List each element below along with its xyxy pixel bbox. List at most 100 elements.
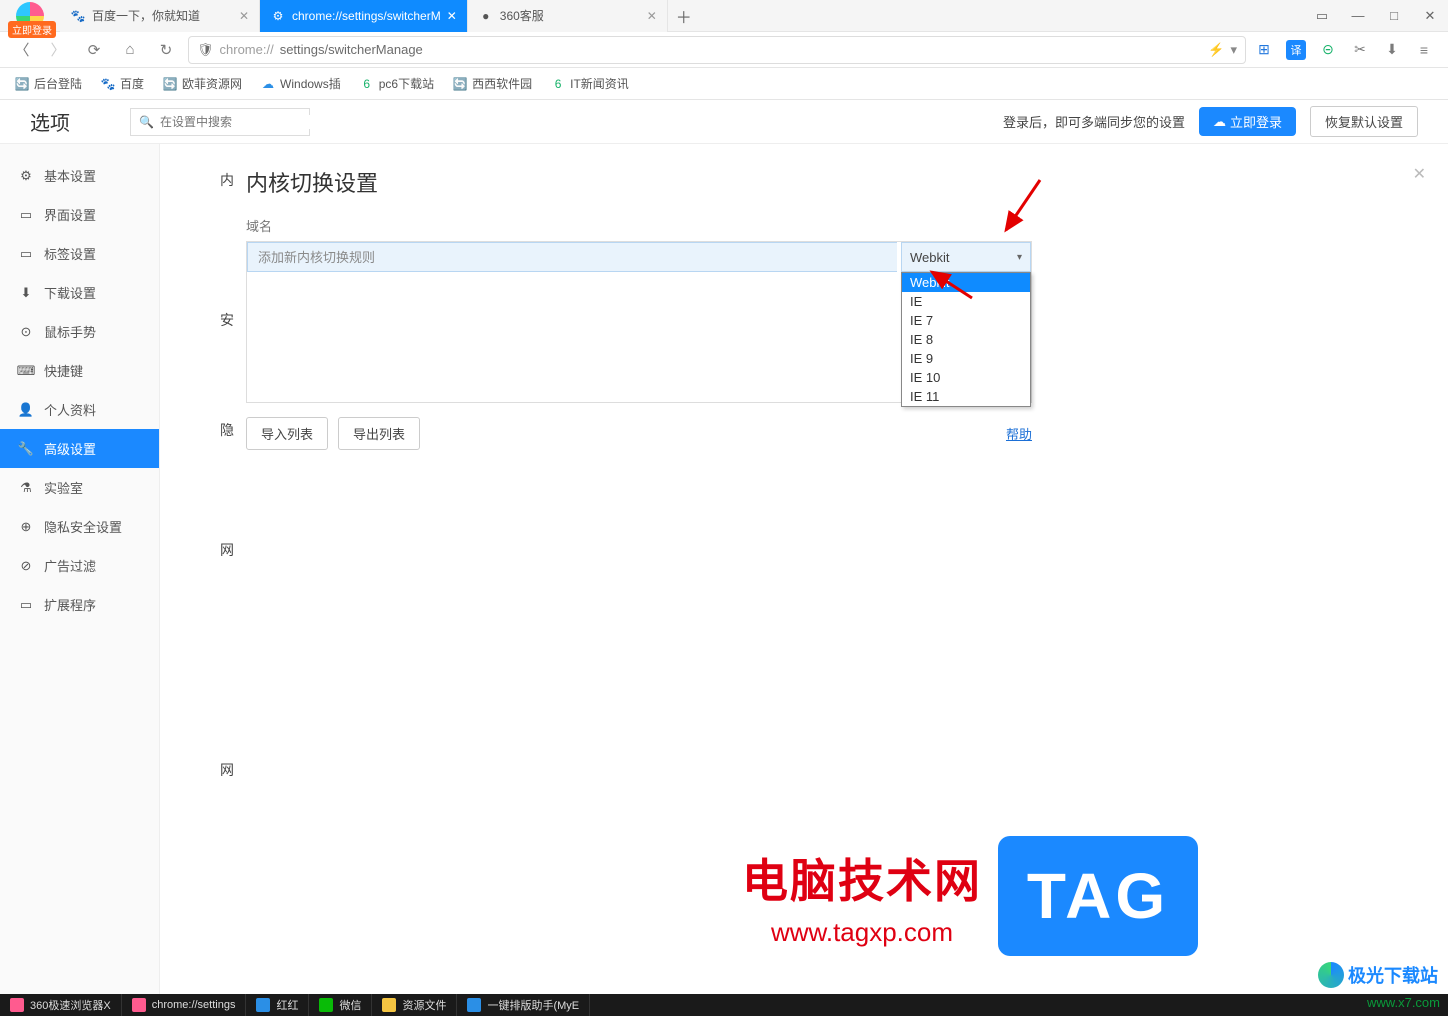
download-icon[interactable]: ⬇ [1382, 40, 1402, 60]
url-field[interactable]: 🛡 chrome://settings/switcherManage ⚡ ▾ [188, 36, 1246, 64]
home-button[interactable]: ⌂ [116, 36, 144, 64]
taskbar-label: 红红 [276, 997, 298, 1013]
tab-2[interactable]: ●360客服✕ [468, 0, 668, 32]
dialog-title: 内核切换设置 [246, 150, 1442, 216]
url-input[interactable] [429, 42, 1203, 57]
bookmark-0[interactable]: 🔄后台登陆 [14, 75, 82, 92]
bookmark-6[interactable]: 6IT新闻资讯 [550, 75, 629, 92]
domain-label: 域名 [246, 216, 1442, 235]
screenshot-icon[interactable]: ✂ [1350, 40, 1370, 60]
sidebar-item-0[interactable]: ⚙基本设置 [0, 156, 159, 195]
sidebar-item-5[interactable]: ⌨ 快捷键 [0, 351, 159, 390]
section-label-4: 网 [220, 760, 1448, 780]
restore-button[interactable]: ↻ [152, 36, 180, 64]
apps-icon[interactable]: ⊞ [1254, 40, 1274, 60]
win-minimize-icon[interactable]: — [1340, 0, 1376, 32]
win-pin-icon[interactable]: ▭ [1304, 0, 1340, 32]
engine-option-5[interactable]: IE 10 [902, 368, 1030, 387]
back-button[interactable]: 〈 [8, 36, 36, 64]
tab-title: 百度一下，你就知道 [92, 7, 233, 24]
sidebar-label: 广告过滤 [44, 556, 96, 575]
tab-close-icon[interactable]: ✕ [447, 9, 457, 23]
watermark: 电脑技术网 www.tagxp.com TAG [742, 836, 1198, 956]
domain-input[interactable] [247, 242, 897, 272]
engine-option-6[interactable]: IE 11 [902, 387, 1030, 406]
sidebar-label: 基本设置 [44, 166, 96, 185]
menu-icon[interactable]: ≡ [1414, 40, 1434, 60]
bookmarks-bar: 🔄后台登陆 🐾百度 🔄欧菲资源网 ☁Windows插 6pc6下载站 🔄西西软件园 6IT新… [0, 68, 1448, 100]
jiguang-watermark: 极光下载站 [1318, 962, 1438, 988]
tab-icon: 🐾 [70, 8, 86, 24]
win-close-icon[interactable]: ✕ [1412, 0, 1448, 32]
bookmark-4[interactable]: 6pc6下载站 [359, 75, 434, 92]
annotation-arrow-2 [928, 268, 978, 308]
sync-text: 登录后，即可多端同步您的设置 [1003, 112, 1185, 131]
taskbar-item-1[interactable]: chrome://settings [122, 994, 247, 1016]
engine-dropdown-icon[interactable]: ▾ [1230, 42, 1237, 58]
import-button[interactable]: 导入列表 [246, 417, 328, 450]
reload-button[interactable]: ⟳ [80, 36, 108, 64]
sidebar-icon: ⊙ [18, 324, 34, 340]
engine-option-2[interactable]: IE 7 [902, 311, 1030, 330]
taskbar-item-0[interactable]: 360极速浏览器X [0, 994, 122, 1016]
help-link[interactable]: 帮助 [1006, 424, 1032, 443]
taskbar-item-5[interactable]: 一键排版助手(MyE [457, 994, 590, 1016]
taskbar-label: 一键排版助手(MyE [487, 997, 579, 1013]
sidebar-icon: ▭ [18, 207, 34, 223]
settings-search-input[interactable] [160, 115, 315, 129]
sidebar-item-2[interactable]: ▭标签设置 [0, 234, 159, 273]
sidebar-item-4[interactable]: ⊙鼠标手势 [0, 312, 159, 351]
flash-icon[interactable]: ⚡ [1208, 42, 1224, 58]
sidebar-icon: ⬇ [18, 285, 34, 301]
sidebar-item-9[interactable]: ⊕隐私安全设置 [0, 507, 159, 546]
login-button[interactable]: ☁立即登录 [1199, 107, 1296, 136]
shield-icon: 🛡 [197, 42, 214, 58]
tab-close-icon[interactable]: ✕ [239, 9, 249, 23]
bookmark-label: 西西软件园 [472, 75, 532, 92]
bookmark-5[interactable]: 🔄西西软件园 [452, 75, 532, 92]
forward-button[interactable]: 〉 [44, 36, 72, 64]
translate-icon[interactable]: 译 [1286, 40, 1306, 60]
bookmark-2[interactable]: 🔄欧菲资源网 [162, 75, 242, 92]
sidebar-label: 快捷键 [44, 361, 83, 380]
win-maximize-icon[interactable]: □ [1376, 0, 1412, 32]
tab-title: chrome://settings/switcherM [292, 9, 441, 23]
tab-icon: ⚙ [270, 8, 286, 24]
taskbar: 360极速浏览器X chrome://settings 红红微信资源文件 一键排版助手… [0, 994, 1448, 1016]
sidebar-item-6[interactable]: 👤个人资料 [0, 390, 159, 429]
x7-watermark: www.x7.com [1367, 995, 1440, 1010]
taskbar-item-3[interactable]: 微信 [309, 994, 372, 1016]
sidebar-icon: ⌨ [18, 363, 34, 379]
watermark-tag: TAG [998, 836, 1198, 956]
sidebar-item-10[interactable]: ⊘广告过滤 [0, 546, 159, 585]
sidebar-item-7[interactable]: 🔧高级设置 [0, 429, 159, 468]
watermark-cn: 电脑技术网 [742, 845, 982, 911]
export-button[interactable]: 导出列表 [338, 417, 420, 450]
dialog-close-icon[interactable]: ✕ [1413, 164, 1426, 184]
bookmark-1[interactable]: 🐾百度 [100, 75, 144, 92]
browser-logo[interactable]: 立即登录 [0, 0, 60, 32]
sidebar-item-8[interactable]: ⚗实验室 [0, 468, 159, 507]
new-tab-button[interactable]: ＋ [668, 4, 700, 28]
tab-close-icon[interactable]: ✕ [647, 9, 657, 23]
engine-select-value: Webkit [910, 250, 950, 265]
bookmark-icon: 🔄 [452, 76, 468, 92]
login-badge[interactable]: 立即登录 [8, 21, 56, 38]
engine-option-4[interactable]: IE 9 [902, 349, 1030, 368]
page-title: 选项 [30, 107, 70, 136]
taskbar-label: chrome://settings [152, 999, 236, 1011]
tab-1[interactable]: ⚙ chrome://settings/switcherM ✕ [260, 0, 468, 32]
taskbar-item-2[interactable]: 红红 [246, 994, 309, 1016]
bookmark-3[interactable]: ☁Windows插 [260, 75, 341, 92]
block-icon[interactable]: ⊝ [1318, 40, 1338, 60]
watermark-url: www.tagxp.com [742, 917, 982, 948]
taskbar-item-4[interactable]: 资源文件 [372, 994, 457, 1016]
engine-option-3[interactable]: IE 8 [902, 330, 1030, 349]
restore-defaults-button[interactable]: 恢复默认设置 [1310, 106, 1418, 137]
sidebar-item-11[interactable]: ▭扩展程序 [0, 585, 159, 624]
settings-search[interactable]: 🔍 [130, 108, 310, 136]
tab-0[interactable]: 🐾 百度一下，你就知道 ✕ [60, 0, 260, 32]
sidebar-item-3[interactable]: ⬇下载设置 [0, 273, 159, 312]
taskbar-icon [467, 998, 481, 1012]
sidebar-item-1[interactable]: ▭界面设置 [0, 195, 159, 234]
